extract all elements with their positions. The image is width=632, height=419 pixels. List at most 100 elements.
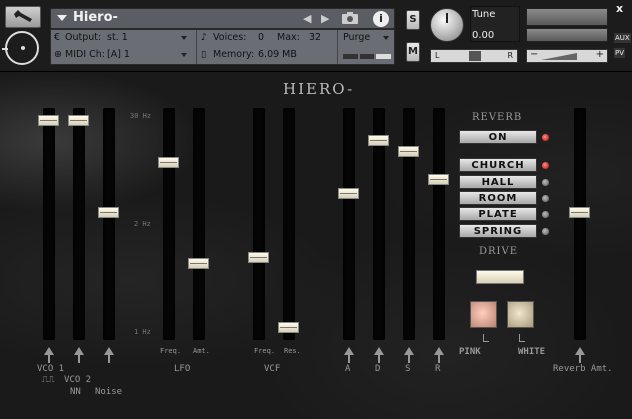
vco2-handle[interactable] (68, 114, 89, 126)
chevron-down-icon[interactable] (57, 15, 67, 21)
voices-value: 0 (258, 32, 265, 43)
instrument-info-panel: € Output: st. 1 ♪ Voices: 0 Max: 32 Purg… (50, 29, 395, 65)
camera-icon[interactable] (341, 11, 359, 25)
divider (196, 30, 197, 64)
reverb-on-button[interactable]: ON (459, 130, 537, 144)
noise-label: Noise (95, 387, 123, 397)
wrench-button[interactable] (5, 6, 41, 28)
reverb-on-led (541, 133, 550, 142)
midi-dropdown-icon[interactable] (181, 53, 187, 57)
reverb-type-church[interactable]: CHURCH (459, 158, 537, 172)
vco1-slider[interactable] (43, 108, 55, 340)
volume-ramp-icon (541, 53, 577, 60)
reverb-hall-led (541, 178, 550, 187)
instrument-title-bar[interactable]: Hiero- ◀ ▶ i (50, 8, 395, 29)
lfo-freq-slider[interactable] (163, 108, 175, 340)
output-icon: € (54, 32, 61, 43)
drive-title: DRIVE (479, 246, 519, 257)
attack-slider[interactable] (343, 108, 355, 340)
reverb-amt-slider[interactable] (574, 108, 586, 340)
decay-label: D (375, 364, 381, 374)
scale-bot: 1 Hz (134, 328, 151, 336)
mute-button[interactable]: M (406, 42, 420, 62)
instrument-title[interactable]: Hiero- (73, 10, 118, 25)
sustain-handle[interactable] (398, 145, 419, 157)
purge-label[interactable]: Purge (343, 32, 370, 43)
volume-plus: + (595, 49, 604, 60)
vco1-label: VCO 1 (37, 364, 65, 374)
lfo-amt-slider[interactable] (193, 108, 205, 340)
prev-arrow-icon[interactable]: ◀ (303, 12, 311, 25)
voices-label: Voices: (213, 32, 247, 43)
drive-slider[interactable] (476, 270, 524, 284)
attack-handle[interactable] (338, 187, 359, 199)
scale-mid: 2 Hz (134, 220, 151, 228)
reverb-type-plate[interactable]: PLATE (459, 207, 537, 221)
aux-button[interactable]: AUX (614, 33, 631, 43)
output-value[interactable]: st. 1 (107, 32, 128, 43)
max-label: Max: (277, 32, 300, 43)
pink-noise-button[interactable] (470, 301, 497, 328)
pv-button[interactable]: PV (614, 48, 626, 58)
pan-slider[interactable]: L R (430, 49, 518, 63)
vcf-res-handle[interactable] (278, 322, 299, 334)
vcf-freq-label: Freq. (254, 347, 276, 355)
square-wave-icon: ⎍⎍ (42, 375, 55, 385)
vco2-slider[interactable] (73, 108, 85, 340)
lfo-amt-handle[interactable] (188, 258, 209, 270)
vco2-label: VCO 2 (64, 375, 92, 385)
release-handle[interactable] (428, 174, 449, 186)
midi-icon: ⊕ (54, 49, 62, 60)
reverb-amt-label: Reverb Amt. (553, 364, 613, 374)
purge-dropdown-icon[interactable] (383, 36, 389, 40)
output-dropdown-icon[interactable] (181, 36, 187, 40)
tune-label: Tune (472, 9, 496, 20)
white-noise-button[interactable] (507, 301, 534, 328)
vco1-handle[interactable] (38, 114, 59, 126)
volume-minus: − (530, 49, 539, 60)
reverb-title: REVERB (472, 112, 523, 123)
midi-value[interactable]: [A] 1 (107, 49, 130, 60)
max-value[interactable]: 32 (309, 32, 321, 43)
volume-slider[interactable]: − + (526, 49, 608, 63)
pan-right-label: R (507, 51, 513, 60)
vcf-freq-handle[interactable] (248, 251, 269, 263)
reverb-type-spring[interactable]: SPRING (459, 224, 537, 238)
sustain-slider[interactable] (403, 108, 415, 340)
vcf-res-slider[interactable] (283, 108, 295, 340)
vcf-freq-slider[interactable] (253, 108, 265, 340)
memory-value: 6.09 MB (258, 49, 297, 60)
reverb-room-led (541, 194, 550, 203)
release-label: R (435, 364, 441, 374)
instrument-header: Hiero- ◀ ▶ i € Output: st. 1 ♪ Voices: 0… (0, 0, 632, 72)
close-icon[interactable]: x (616, 2, 623, 15)
reverb-spring-led (541, 227, 550, 236)
info-button[interactable]: i (373, 11, 389, 27)
purge-meter (343, 54, 392, 59)
reverb-amt-handle[interactable] (569, 207, 590, 219)
divider (337, 30, 338, 64)
release-slider[interactable] (433, 108, 445, 340)
scale-top: 30 Hz (130, 112, 152, 120)
pan-handle[interactable] (469, 51, 481, 61)
tune-knob[interactable] (430, 8, 464, 42)
midi-label: MIDI Ch: (65, 49, 105, 60)
noise-handle[interactable] (98, 207, 119, 219)
output-label: Output: (65, 32, 102, 43)
reverb-type-room[interactable]: ROOM (459, 191, 537, 205)
decay-handle[interactable] (368, 134, 389, 146)
lfo-freq-handle[interactable] (158, 156, 179, 168)
attack-label: A (345, 364, 351, 374)
lfo-amt-label: Amt. (193, 347, 210, 355)
pink-bracket-icon (483, 334, 489, 342)
next-arrow-icon[interactable]: ▶ (321, 12, 329, 25)
solo-button[interactable]: S (406, 10, 420, 30)
memory-icon: ▯ (201, 49, 207, 60)
tune-value[interactable]: 0.00 (472, 30, 494, 41)
memory-label: Memory: (213, 49, 255, 60)
noise-slider[interactable] (103, 108, 115, 340)
reverb-type-hall[interactable]: HALL (459, 175, 537, 189)
instrument-panel: HIERO- 30 Hz 2 Hz 1 Hz VCO 1 ⎍⎍ VCO 2 NN… (0, 72, 632, 419)
saw-wave-icon: NN (70, 387, 81, 397)
lfo-label: LFO (174, 364, 191, 374)
